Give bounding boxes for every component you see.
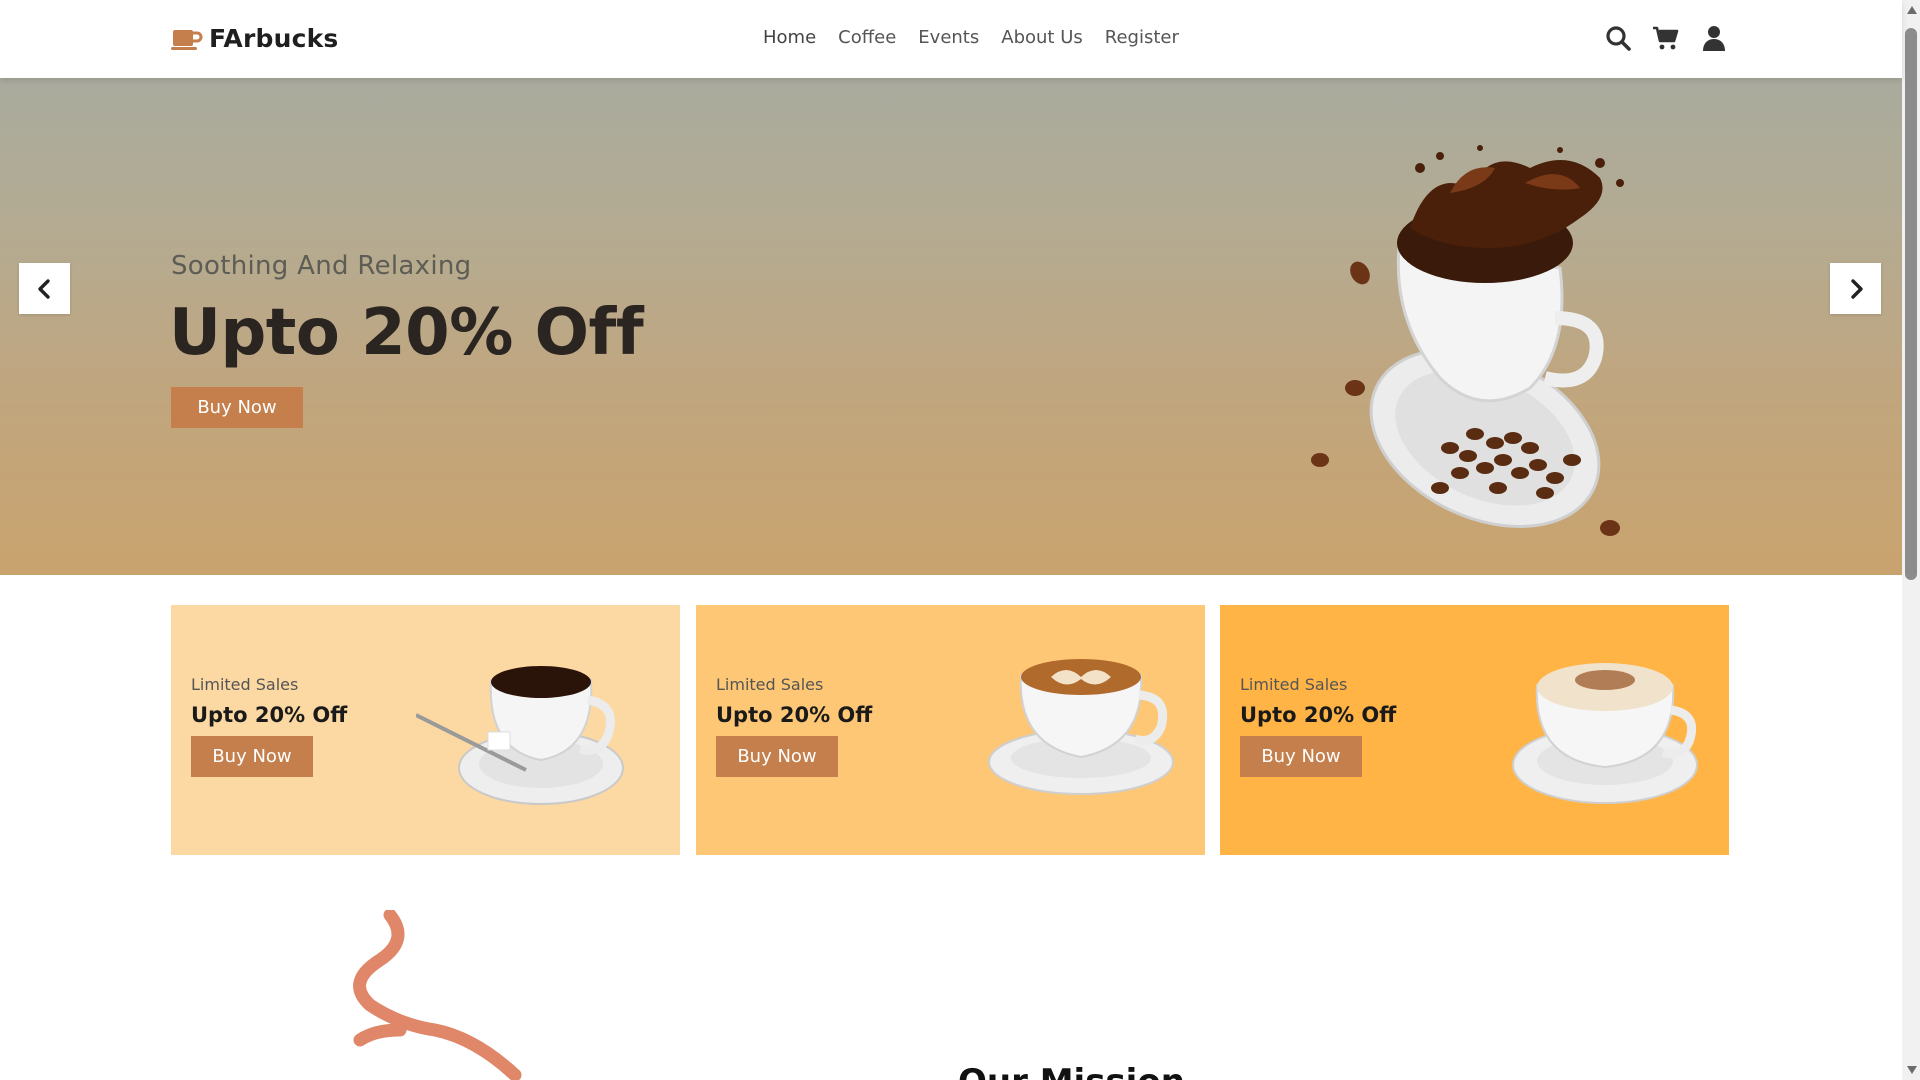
promo-card-title: Upto 20% Off: [1240, 703, 1397, 727]
coffee-cup-icon: [171, 29, 203, 50]
promo-card: Limited Sales Upto 20% Off Buy Now: [696, 605, 1205, 855]
chevron-left-icon: [37, 278, 50, 299]
promo-card-buy-now-button[interactable]: Buy Now: [1240, 736, 1362, 777]
scroll-down-arrow-icon[interactable]: [1907, 1066, 1917, 1074]
promo-card: Limited Sales Upto 20% Off Buy Now: [171, 605, 680, 855]
promo-card-buy-now-button[interactable]: Buy Now: [716, 736, 838, 777]
promo-card-title: Upto 20% Off: [191, 703, 348, 727]
carousel-prev-button[interactable]: [19, 263, 70, 314]
navbar: FArbucks Home Coffee Events About Us Reg…: [0, 0, 1902, 78]
search-icon[interactable]: [1604, 24, 1632, 52]
black-coffee-cup-image: [416, 666, 624, 805]
cart-icon[interactable]: [1652, 24, 1680, 52]
chevron-right-icon: [1850, 278, 1863, 299]
nav-icons: [1604, 24, 1728, 52]
page-scrollbar[interactable]: [1902, 0, 1920, 1080]
mission-title: Our Mission: [958, 1062, 1185, 1080]
promo-card-buy-now-button[interactable]: Buy Now: [191, 736, 313, 777]
promo-card-label: Limited Sales: [1240, 675, 1348, 694]
nav-link-home[interactable]: Home: [763, 27, 816, 48]
promo-card-title: Upto 20% Off: [716, 703, 873, 727]
carousel-next-button[interactable]: [1830, 263, 1881, 314]
nav-link-about-us[interactable]: About Us: [1001, 27, 1083, 48]
brand-name: FArbucks: [209, 24, 339, 53]
user-icon[interactable]: [1700, 24, 1728, 52]
hero-buy-now-button[interactable]: Buy Now: [171, 387, 303, 428]
scroll-up-arrow-icon[interactable]: [1907, 6, 1917, 14]
nav-link-events[interactable]: Events: [918, 27, 979, 48]
hero-carousel: Soothing And Relaxing Upto 20% Off Buy N…: [0, 78, 1902, 575]
nav-link-register[interactable]: Register: [1105, 27, 1179, 48]
main-nav: Home Coffee Events About Us Register: [763, 27, 1201, 48]
promo-card-label: Limited Sales: [191, 675, 299, 694]
coffee-cup-splash-image: [1311, 145, 1624, 536]
nav-link-coffee[interactable]: Coffee: [838, 27, 896, 48]
cappuccino-cup-image: [1512, 663, 1698, 804]
brand[interactable]: FArbucks: [171, 24, 339, 53]
hero-title: Upto 20% Off: [169, 296, 644, 370]
hero-subtitle: Soothing And Relaxing: [171, 251, 472, 281]
swirl-decoration: [353, 910, 522, 1080]
promo-card: Limited Sales Upto 20% Off Buy Now: [1220, 605, 1729, 855]
latte-art-cup-image: [988, 659, 1174, 795]
scrollbar-thumb[interactable]: [1905, 28, 1917, 580]
promo-card-label: Limited Sales: [716, 675, 824, 694]
